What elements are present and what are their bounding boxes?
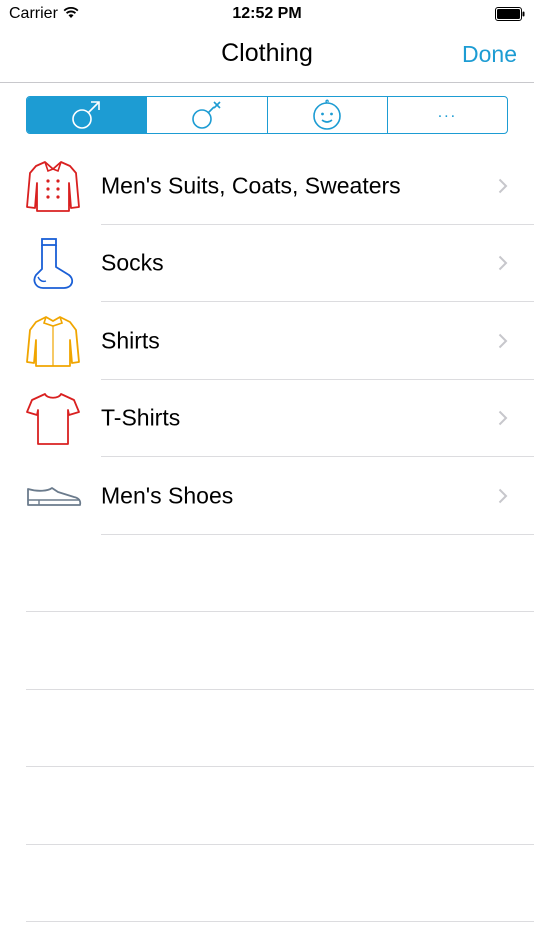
navigation-bar: Clothing Done <box>0 30 534 83</box>
chevron-right-icon <box>498 333 508 348</box>
chevron-right-icon <box>498 488 508 503</box>
segment-female[interactable] <box>147 97 268 133</box>
empty-row <box>0 690 534 768</box>
coat-icon <box>22 157 84 215</box>
empty-row <box>0 612 534 690</box>
segment-baby[interactable] <box>268 97 388 133</box>
baby-face-icon <box>313 99 341 130</box>
female-symbol-icon <box>192 101 221 129</box>
chevron-right-icon <box>498 411 508 426</box>
list-item-shirts[interactable]: Shirts <box>0 302 534 380</box>
done-button[interactable]: Done <box>462 41 517 68</box>
empty-row <box>0 535 534 613</box>
list-item-label: Shirts <box>101 327 160 354</box>
list-item-tshirts[interactable]: T-Shirts <box>0 380 534 458</box>
male-symbol-icon <box>71 101 100 129</box>
page-title: Clothing <box>221 39 313 67</box>
list-item-label: Men's Suits, Coats, Sweaters <box>101 172 401 199</box>
segment-more[interactable]: ... <box>388 97 507 133</box>
chevron-right-icon <box>498 178 508 193</box>
shirt-icon <box>22 312 84 370</box>
status-bar: Carrier 12:52 PM <box>0 0 534 30</box>
more-label: ... <box>437 104 458 121</box>
clock: 12:52 PM <box>232 5 302 22</box>
list-item-suits-coats-sweaters[interactable]: Men's Suits, Coats, Sweaters <box>0 147 534 225</box>
list-item-label: T-Shirts <box>101 404 181 431</box>
empty-row <box>0 845 534 923</box>
empty-row <box>0 767 534 845</box>
clothing-list: Men's Suits, Coats, Sweaters Socks Shirt… <box>0 147 534 922</box>
list-item-label: Socks <box>101 249 164 276</box>
sock-icon <box>22 235 84 293</box>
battery-icon <box>495 7 525 21</box>
segment-male[interactable] <box>27 97 148 133</box>
category-segmented-control: ... <box>26 96 508 134</box>
chevron-right-icon <box>498 256 508 271</box>
list-item-socks[interactable]: Socks <box>0 225 534 303</box>
shoe-icon <box>22 467 84 525</box>
tshirt-icon <box>22 390 84 448</box>
list-item-mens-shoes[interactable]: Men's Shoes <box>0 457 534 535</box>
list-item-label: Men's Shoes <box>101 482 234 509</box>
